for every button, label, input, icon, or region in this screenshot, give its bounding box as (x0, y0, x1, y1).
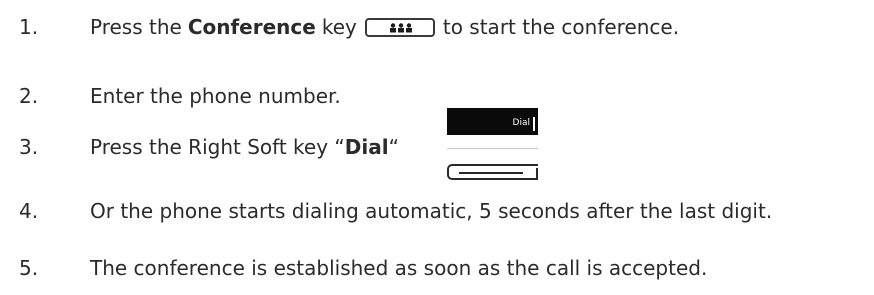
right-soft-key (447, 164, 538, 180)
dial-keyword: Dial (344, 135, 389, 159)
button-edge (536, 168, 538, 180)
step-text: Enter the phone number. (90, 84, 341, 108)
step-number: 4. (19, 199, 39, 223)
step-text: Press the Conference key to start the co… (90, 10, 679, 44)
step-5: 5. The conference is established as soon… (0, 251, 874, 285)
people-icon (389, 22, 412, 32)
step-number: 5. (19, 256, 39, 280)
soft-key-icon: Dial (447, 108, 538, 182)
conference-key-icon (364, 17, 435, 37)
step-text: The conference is established as soon as… (90, 256, 708, 280)
key-word: key (321, 15, 357, 39)
display-screen: Dial (447, 108, 538, 135)
step-number: 3. (19, 135, 39, 159)
conference-keyword: Conference (187, 15, 316, 39)
step-text-before: Press the Right Soft key “ (90, 135, 345, 159)
divider (447, 148, 538, 149)
step-number: 2. (19, 84, 39, 108)
button-line (459, 172, 523, 174)
step-text-after: to start the conference. (442, 15, 680, 39)
step-text: Or the phone starts dialing automatic, 5… (90, 199, 773, 223)
step-2: 2. Enter the phone number. (0, 79, 874, 113)
step-4: 4. Or the phone starts dialing automatic… (0, 194, 874, 228)
step-text-before: Press the (90, 15, 182, 39)
step-1: 1. Press the Conference key to start the… (0, 10, 874, 44)
step-text: Press the Right Soft key “ Dial “ (90, 130, 399, 164)
screen-dial-label: Dial (512, 118, 530, 128)
step-number: 1. (19, 15, 39, 39)
step-text-after: “ (388, 135, 399, 159)
screen-edge (533, 117, 535, 131)
step-3: 3. Press the Right Soft key “ Dial “ (0, 130, 874, 164)
